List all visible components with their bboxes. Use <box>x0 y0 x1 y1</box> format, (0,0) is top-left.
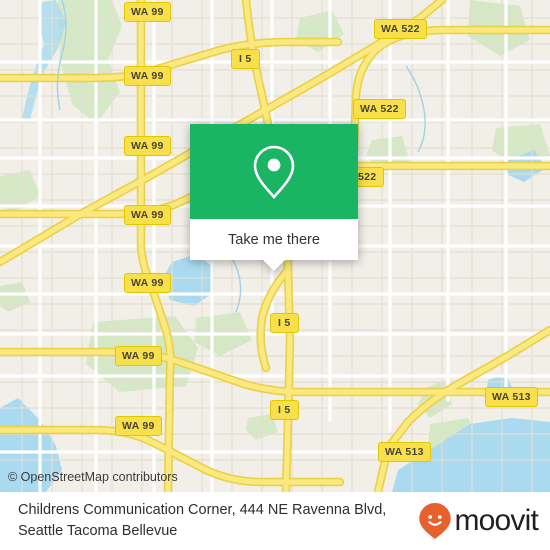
highway-shield: WA 99 <box>124 273 171 293</box>
highway-shield: WA 99 <box>115 416 162 436</box>
map-pin-icon <box>253 145 295 199</box>
highway-shield: WA 513 <box>485 387 538 407</box>
moovit-logo[interactable]: moovit <box>418 502 539 540</box>
take-me-there-button[interactable]: Take me there <box>228 232 320 248</box>
footer-bar: Childrens Communication Corner, 444 NE R… <box>0 492 550 550</box>
location-title: Childrens Communication Corner, 444 NE R… <box>18 502 387 539</box>
highway-shield: WA 99 <box>115 346 162 366</box>
highway-shield: WA 522 <box>374 19 427 39</box>
highway-shield: WA 99 <box>124 2 171 22</box>
highway-shield: I 5 <box>270 313 299 333</box>
highway-shield: WA 99 <box>124 136 171 156</box>
moovit-wordmark: moovit <box>454 504 538 537</box>
popup-action-row[interactable]: Take me there <box>190 219 358 260</box>
map-screen: WA 99 I 5 WA 522 WA 99 WA 522 WA 99 522 WA 99 WA… <box>0 0 550 550</box>
destination-popup-card[interactable]: Take me there <box>190 124 358 271</box>
map-canvas[interactable]: WA 99 I 5 WA 522 WA 99 WA 522 WA 99 522 WA 99 WA… <box>0 0 550 492</box>
highway-shield: WA 513 <box>378 442 431 462</box>
highway-shield: WA 99 <box>124 205 171 225</box>
moovit-smiling-pin-icon <box>419 503 452 539</box>
highway-shield: I 5 <box>270 400 299 420</box>
highway-shield: WA 99 <box>124 66 171 86</box>
popup-pointer <box>263 260 285 271</box>
highway-shield: I 5 <box>231 49 260 69</box>
popup-header <box>190 124 358 219</box>
highway-shield: WA 522 <box>353 99 406 119</box>
openstreetmap-attribution[interactable]: © OpenStreetMap contributors <box>8 470 178 484</box>
